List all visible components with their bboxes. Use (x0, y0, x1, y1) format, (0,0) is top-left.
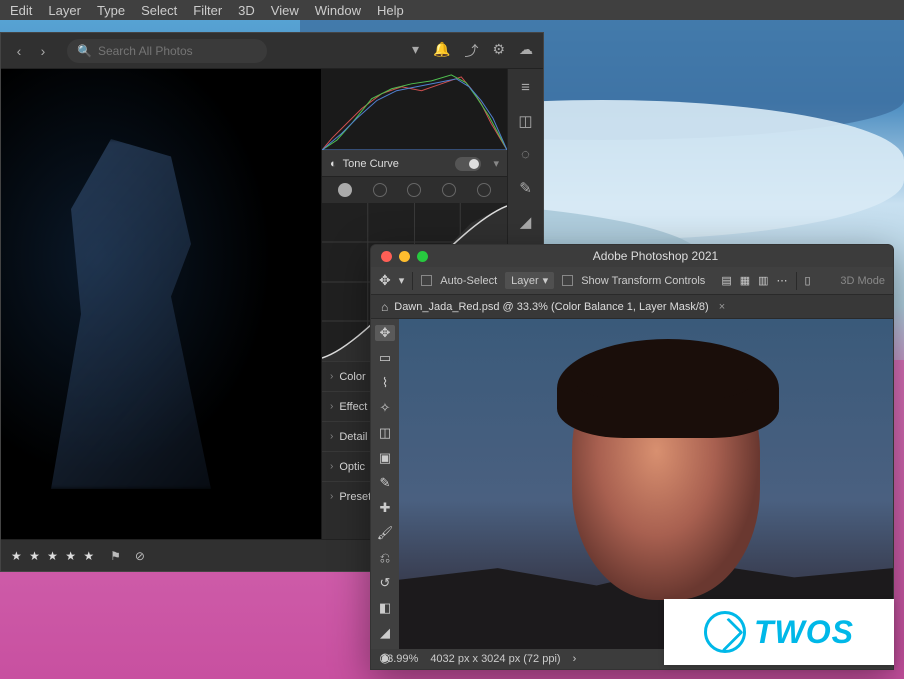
photo-canvas[interactable] (1, 69, 321, 539)
menu-window[interactable]: Window (315, 3, 361, 18)
separator (412, 272, 413, 290)
bell-icon[interactable]: 🔔 (433, 41, 450, 61)
tab-title: Dawn_Jada_Red.psd @ 33.3% (Color Balance… (394, 301, 708, 313)
chevron-down-icon: ▾ (543, 274, 549, 287)
twos-logo-text: TWOS (754, 614, 854, 651)
chevron-right-icon[interactable]: › (573, 653, 577, 665)
tone-toggle[interactable] (455, 157, 481, 171)
share-icon[interactable]: ⤴ (464, 41, 478, 61)
blur-tool[interactable]: ◉ (375, 650, 395, 666)
filter-icon[interactable]: ▾ (412, 41, 419, 61)
ps-options-bar: ✥ ▾ Auto-Select Layer▾ Show Transform Co… (371, 267, 893, 295)
channel-dot-r[interactable] (373, 183, 387, 197)
tone-curve-header[interactable]: ◐ Tone Curve ▾ (322, 151, 507, 177)
chevron-down-icon[interactable]: ▾ (399, 274, 405, 287)
menu-help[interactable]: Help (377, 3, 404, 18)
eraser-tool[interactable]: ◧ (375, 600, 395, 616)
separator (796, 272, 797, 290)
overflow-icon[interactable]: ⋯ (777, 274, 788, 287)
twos-watermark: TWOS (664, 599, 894, 665)
rating-stars[interactable]: ★ ★ ★ ★ ★ (11, 549, 96, 563)
chevron-right-icon: › (330, 491, 333, 502)
close-tab-icon[interactable]: × (719, 301, 725, 313)
align-center-icon[interactable]: ▦ (740, 274, 750, 287)
document-tab[interactable]: ⌂ Dawn_Jada_Red.psd @ 33.3% (Color Balan… (371, 295, 893, 319)
heal-icon[interactable]: ◌ (521, 146, 530, 163)
channel-dot-g[interactable] (407, 183, 421, 197)
flag-icon[interactable]: ⚑ (110, 549, 121, 563)
chevron-right-icon: › (330, 431, 333, 442)
ps-toolbar: ✥ ▭ ⌇ ✧ ◫ ▣ ✎ ✚ 🖌 ⎌ ↺ ◧ ◢ ◉ ◐ ✒ T ↗ (371, 319, 399, 649)
search-input[interactable] (98, 44, 257, 58)
auto-select-checkbox[interactable] (421, 275, 432, 286)
doc-dimensions[interactable]: 4032 px x 3024 px (72 ppi) (430, 653, 560, 665)
crop-icon[interactable]: ◫ (518, 112, 532, 130)
tone-curve-label: Tone Curve (343, 158, 399, 170)
minimize-button[interactable] (399, 251, 410, 262)
align-right-icon[interactable]: ▥ (758, 274, 768, 287)
heal-tool[interactable]: ✚ (375, 500, 395, 516)
menu-view[interactable]: View (271, 3, 299, 18)
crop-tool[interactable]: ◫ (375, 425, 395, 441)
move-tool-icon[interactable]: ✥ (379, 272, 391, 289)
search-icon: 🔍 (77, 44, 92, 58)
distribute-icon[interactable]: ▯ (805, 274, 811, 287)
chevron-right-icon: › (330, 371, 333, 382)
image-bangs (577, 362, 750, 402)
histogram (322, 69, 507, 151)
search-field[interactable]: 🔍 (67, 39, 267, 63)
ps-titlebar[interactable]: Adobe Photoshop 2021 (371, 245, 893, 267)
mode-3d-label: 3D Mode (840, 275, 885, 287)
show-transform-label: Show Transform Controls (581, 275, 705, 287)
mac-menubar: Edit Layer Type Select Filter 3D View Wi… (0, 0, 904, 20)
move-tool[interactable]: ✥ (375, 325, 395, 341)
window-traffic-lights (381, 251, 428, 262)
eyedropper-tool[interactable]: ✎ (375, 475, 395, 491)
close-button[interactable] (381, 251, 392, 262)
photo-app-header: ‹ › 🔍 ▾ 🔔 ⤴ ⚙ ☁ (1, 33, 543, 69)
menu-type[interactable]: Type (97, 3, 125, 18)
stamp-tool[interactable]: ⎌ (375, 550, 395, 566)
align-left-icon[interactable]: ▤ (721, 274, 731, 287)
frame-tool[interactable]: ▣ (375, 450, 395, 466)
photo-subject (31, 139, 231, 489)
channel-dot-luma[interactable] (338, 183, 352, 197)
menu-select[interactable]: Select (141, 3, 177, 18)
auto-select-label: Auto-Select (440, 275, 497, 287)
chevron-down-icon: ▾ (493, 157, 499, 170)
home-icon[interactable]: ⌂ (381, 300, 388, 314)
forward-arrow-icon[interactable]: › (35, 43, 51, 59)
marquee-tool[interactable]: ▭ (375, 350, 395, 366)
gradient-tool[interactable]: ◢ (375, 625, 395, 641)
chevron-right-icon: › (330, 461, 333, 472)
lasso-tool[interactable]: ⌇ (375, 375, 395, 391)
reject-icon[interactable]: ⊘ (135, 549, 145, 563)
gradient-icon[interactable]: ◢ (520, 213, 532, 231)
menu-edit[interactable]: Edit (10, 3, 32, 18)
maximize-button[interactable] (417, 251, 428, 262)
menu-filter[interactable]: Filter (193, 3, 222, 18)
sliders-icon[interactable]: ≡ (521, 79, 530, 96)
chevron-right-icon: › (330, 401, 333, 412)
window-title: Adobe Photoshop 2021 (593, 249, 718, 263)
show-transform-checkbox[interactable] (562, 275, 573, 286)
channel-dot-b[interactable] (442, 183, 456, 197)
tone-channel-dots (322, 177, 507, 203)
twos-logo-icon (704, 611, 746, 653)
back-arrow-icon[interactable]: ‹ (11, 43, 27, 59)
brush-icon[interactable]: ✎ (519, 179, 532, 197)
wand-tool[interactable]: ✧ (375, 400, 395, 416)
cloud-icon[interactable]: ☁ (519, 41, 533, 61)
menu-3d[interactable]: 3D (238, 3, 255, 18)
brush-tool[interactable]: 🖌 (375, 525, 395, 541)
channel-dot-extra[interactable] (477, 183, 491, 197)
layer-dropdown[interactable]: Layer▾ (505, 272, 554, 289)
menu-layer[interactable]: Layer (48, 3, 81, 18)
tone-curve-icon: ◐ (330, 158, 337, 170)
gear-icon[interactable]: ⚙ (492, 41, 505, 61)
history-brush-tool[interactable]: ↺ (375, 575, 395, 591)
